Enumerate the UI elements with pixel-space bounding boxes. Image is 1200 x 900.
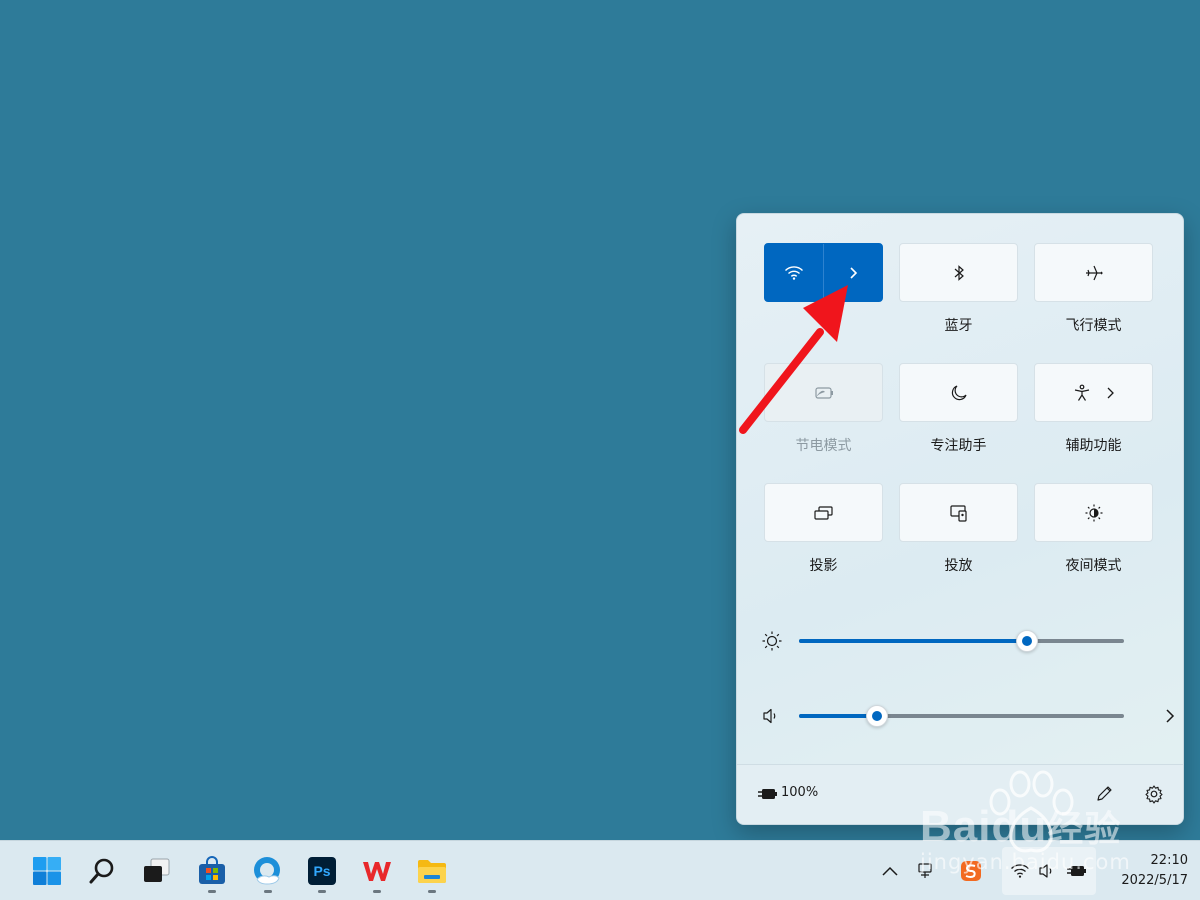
volume-slider-row xyxy=(761,701,1175,731)
cast-tile[interactable] xyxy=(899,483,1018,542)
brightness-slider-row xyxy=(761,626,1161,656)
night-light-label: 夜间模式 xyxy=(1065,558,1122,574)
chevron-right-icon xyxy=(1107,387,1114,398)
bluetooth-label: 蓝牙 xyxy=(944,318,973,334)
pencil-icon[interactable] xyxy=(1094,784,1114,804)
folder-icon xyxy=(418,860,446,883)
accessibility-tile[interactable] xyxy=(1034,363,1153,422)
sun-icon xyxy=(762,631,782,651)
clock[interactable]: 22:10 2022/5/17 xyxy=(1121,851,1188,891)
wps-running-indicator xyxy=(373,890,381,893)
cast-label: 投放 xyxy=(944,558,973,574)
store-button[interactable] xyxy=(194,853,230,889)
airplane-icon xyxy=(1085,265,1103,280)
wps-icon xyxy=(363,862,391,881)
quick-settings-tray-button[interactable] xyxy=(1002,847,1096,895)
project-tile[interactable] xyxy=(764,483,883,542)
sogou-input-icon[interactable] xyxy=(960,860,982,882)
airplane-label: 飞行模式 xyxy=(1065,318,1122,334)
moon-icon xyxy=(951,384,967,400)
clock-date: 2022/5/17 xyxy=(1121,873,1188,888)
brightness-thumb[interactable] xyxy=(1015,630,1038,652)
brightness-slider[interactable] xyxy=(799,630,1124,652)
battery-charging-icon xyxy=(1067,866,1086,876)
wifi-icon xyxy=(784,265,803,280)
windows-logo-icon xyxy=(33,857,61,885)
edge-icon xyxy=(254,857,280,885)
cast-icon xyxy=(949,504,967,522)
photoshop-icon-text: Ps xyxy=(313,863,331,879)
speaker-icon xyxy=(763,708,776,724)
task-view-button[interactable] xyxy=(138,853,174,889)
volume-slider[interactable] xyxy=(799,705,1124,727)
project-label: 投影 xyxy=(809,558,838,574)
annotation-arrow-icon xyxy=(739,285,848,434)
accessibility-label: 辅助功能 xyxy=(1065,438,1122,454)
night-light-tile[interactable] xyxy=(1034,483,1153,542)
accessibility-icon xyxy=(1074,384,1089,401)
wps-button[interactable] xyxy=(359,853,395,889)
store-icon xyxy=(199,856,225,884)
gear-icon[interactable] xyxy=(1144,784,1164,804)
store-running-indicator xyxy=(208,890,216,893)
bluetooth-tile[interactable] xyxy=(899,243,1018,302)
chevron-right-icon xyxy=(850,266,857,279)
photoshop-icon: Ps xyxy=(308,857,336,885)
file-explorer-button[interactable] xyxy=(414,853,450,889)
wifi-icon xyxy=(1011,864,1029,878)
volume-output-chevron-icon[interactable] xyxy=(1164,707,1176,725)
airplane-tile[interactable] xyxy=(1034,243,1153,302)
usb-device-icon[interactable] xyxy=(915,861,935,881)
photoshop-running-indicator xyxy=(318,890,326,893)
brightness-fill xyxy=(799,639,1027,643)
focus-assist-tile[interactable] xyxy=(899,363,1018,422)
bluetooth-icon xyxy=(954,264,964,281)
clock-time: 22:10 xyxy=(1150,853,1188,868)
photoshop-button[interactable]: Ps xyxy=(304,853,340,889)
battery-percentage[interactable]: 100% xyxy=(781,785,818,800)
edge-button[interactable] xyxy=(249,853,285,889)
start-button[interactable] xyxy=(29,853,65,889)
file-explorer-running-indicator xyxy=(428,890,436,893)
search-icon xyxy=(89,858,114,884)
edge-running-indicator xyxy=(264,890,272,893)
project-icon xyxy=(813,505,833,520)
taskbar: Ps 22:10 2022/5/17 xyxy=(0,840,1200,900)
battery-charging-icon xyxy=(758,789,777,799)
search-button[interactable] xyxy=(84,853,120,889)
volume-thumb[interactable] xyxy=(866,705,888,727)
task-view-icon xyxy=(144,858,170,882)
speaker-icon xyxy=(1039,864,1052,878)
chevron-up-icon[interactable] xyxy=(881,865,899,877)
quick-settings-footer: 100% xyxy=(737,764,1183,824)
night-light-icon xyxy=(1085,504,1102,521)
focus-assist-label: 专注助手 xyxy=(930,438,987,454)
